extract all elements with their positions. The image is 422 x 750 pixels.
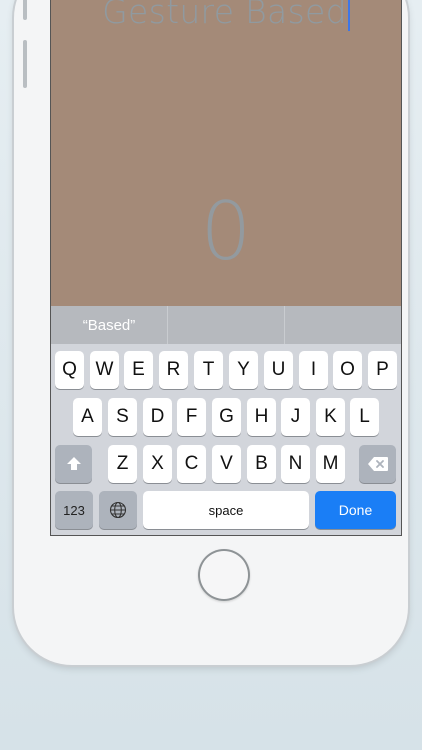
key-j[interactable]: J — [281, 398, 310, 436]
key-n[interactable]: N — [281, 445, 310, 483]
key-m[interactable]: M — [316, 445, 345, 483]
app-screen: Gesture Based 0 “Based” Q W E R T Y U I … — [50, 0, 402, 536]
key-p[interactable]: P — [368, 351, 397, 389]
key-w[interactable]: W — [90, 351, 119, 389]
suggestion-bar: “Based” — [51, 306, 401, 344]
key-a[interactable]: A — [73, 398, 102, 436]
phone-frame: Gesture Based 0 “Based” Q W E R T Y U I … — [14, 0, 408, 665]
key-z[interactable]: Z — [108, 445, 137, 483]
key-f[interactable]: F — [177, 398, 206, 436]
key-d[interactable]: D — [143, 398, 172, 436]
key-o[interactable]: O — [333, 351, 362, 389]
key-e[interactable]: E — [124, 351, 153, 389]
key-y[interactable]: Y — [229, 351, 258, 389]
key-h[interactable]: H — [247, 398, 276, 436]
shift-key[interactable] — [55, 445, 92, 483]
key-r[interactable]: R — [159, 351, 188, 389]
space-key[interactable]: space — [143, 491, 309, 529]
key-s[interactable]: S — [108, 398, 137, 436]
key-l[interactable]: L — [350, 398, 379, 436]
numbers-key[interactable]: 123 — [55, 491, 93, 529]
done-key[interactable]: Done — [315, 491, 396, 529]
key-x[interactable]: X — [143, 445, 172, 483]
key-b[interactable]: B — [247, 445, 276, 483]
suggestion-item[interactable]: “Based” — [51, 306, 168, 344]
key-c[interactable]: C — [177, 445, 206, 483]
home-button[interactable] — [198, 549, 250, 601]
globe-key[interactable] — [99, 491, 137, 529]
title-text: Gesture Based — [102, 0, 347, 31]
key-q[interactable]: Q — [55, 351, 84, 389]
key-i[interactable]: I — [299, 351, 328, 389]
text-caret — [347, 0, 350, 31]
title-text-field[interactable]: Gesture Based — [51, 0, 401, 31]
key-v[interactable]: V — [212, 445, 241, 483]
backspace-icon — [367, 457, 388, 471]
key-g[interactable]: G — [212, 398, 241, 436]
key-k[interactable]: K — [316, 398, 345, 436]
delete-key[interactable] — [359, 445, 396, 483]
shift-arrow-icon — [66, 457, 81, 470]
key-u[interactable]: U — [264, 351, 293, 389]
volume-button — [23, 40, 27, 88]
mute-switch — [23, 0, 27, 20]
suggestion-item[interactable] — [285, 306, 401, 344]
globe-icon — [109, 501, 127, 519]
key-t[interactable]: T — [194, 351, 223, 389]
suggestion-item[interactable] — [168, 306, 285, 344]
keyboard: Q W E R T Y U I O P A S D F G H J K L Z … — [51, 344, 401, 535]
counter-display: 0 — [200, 185, 252, 278]
